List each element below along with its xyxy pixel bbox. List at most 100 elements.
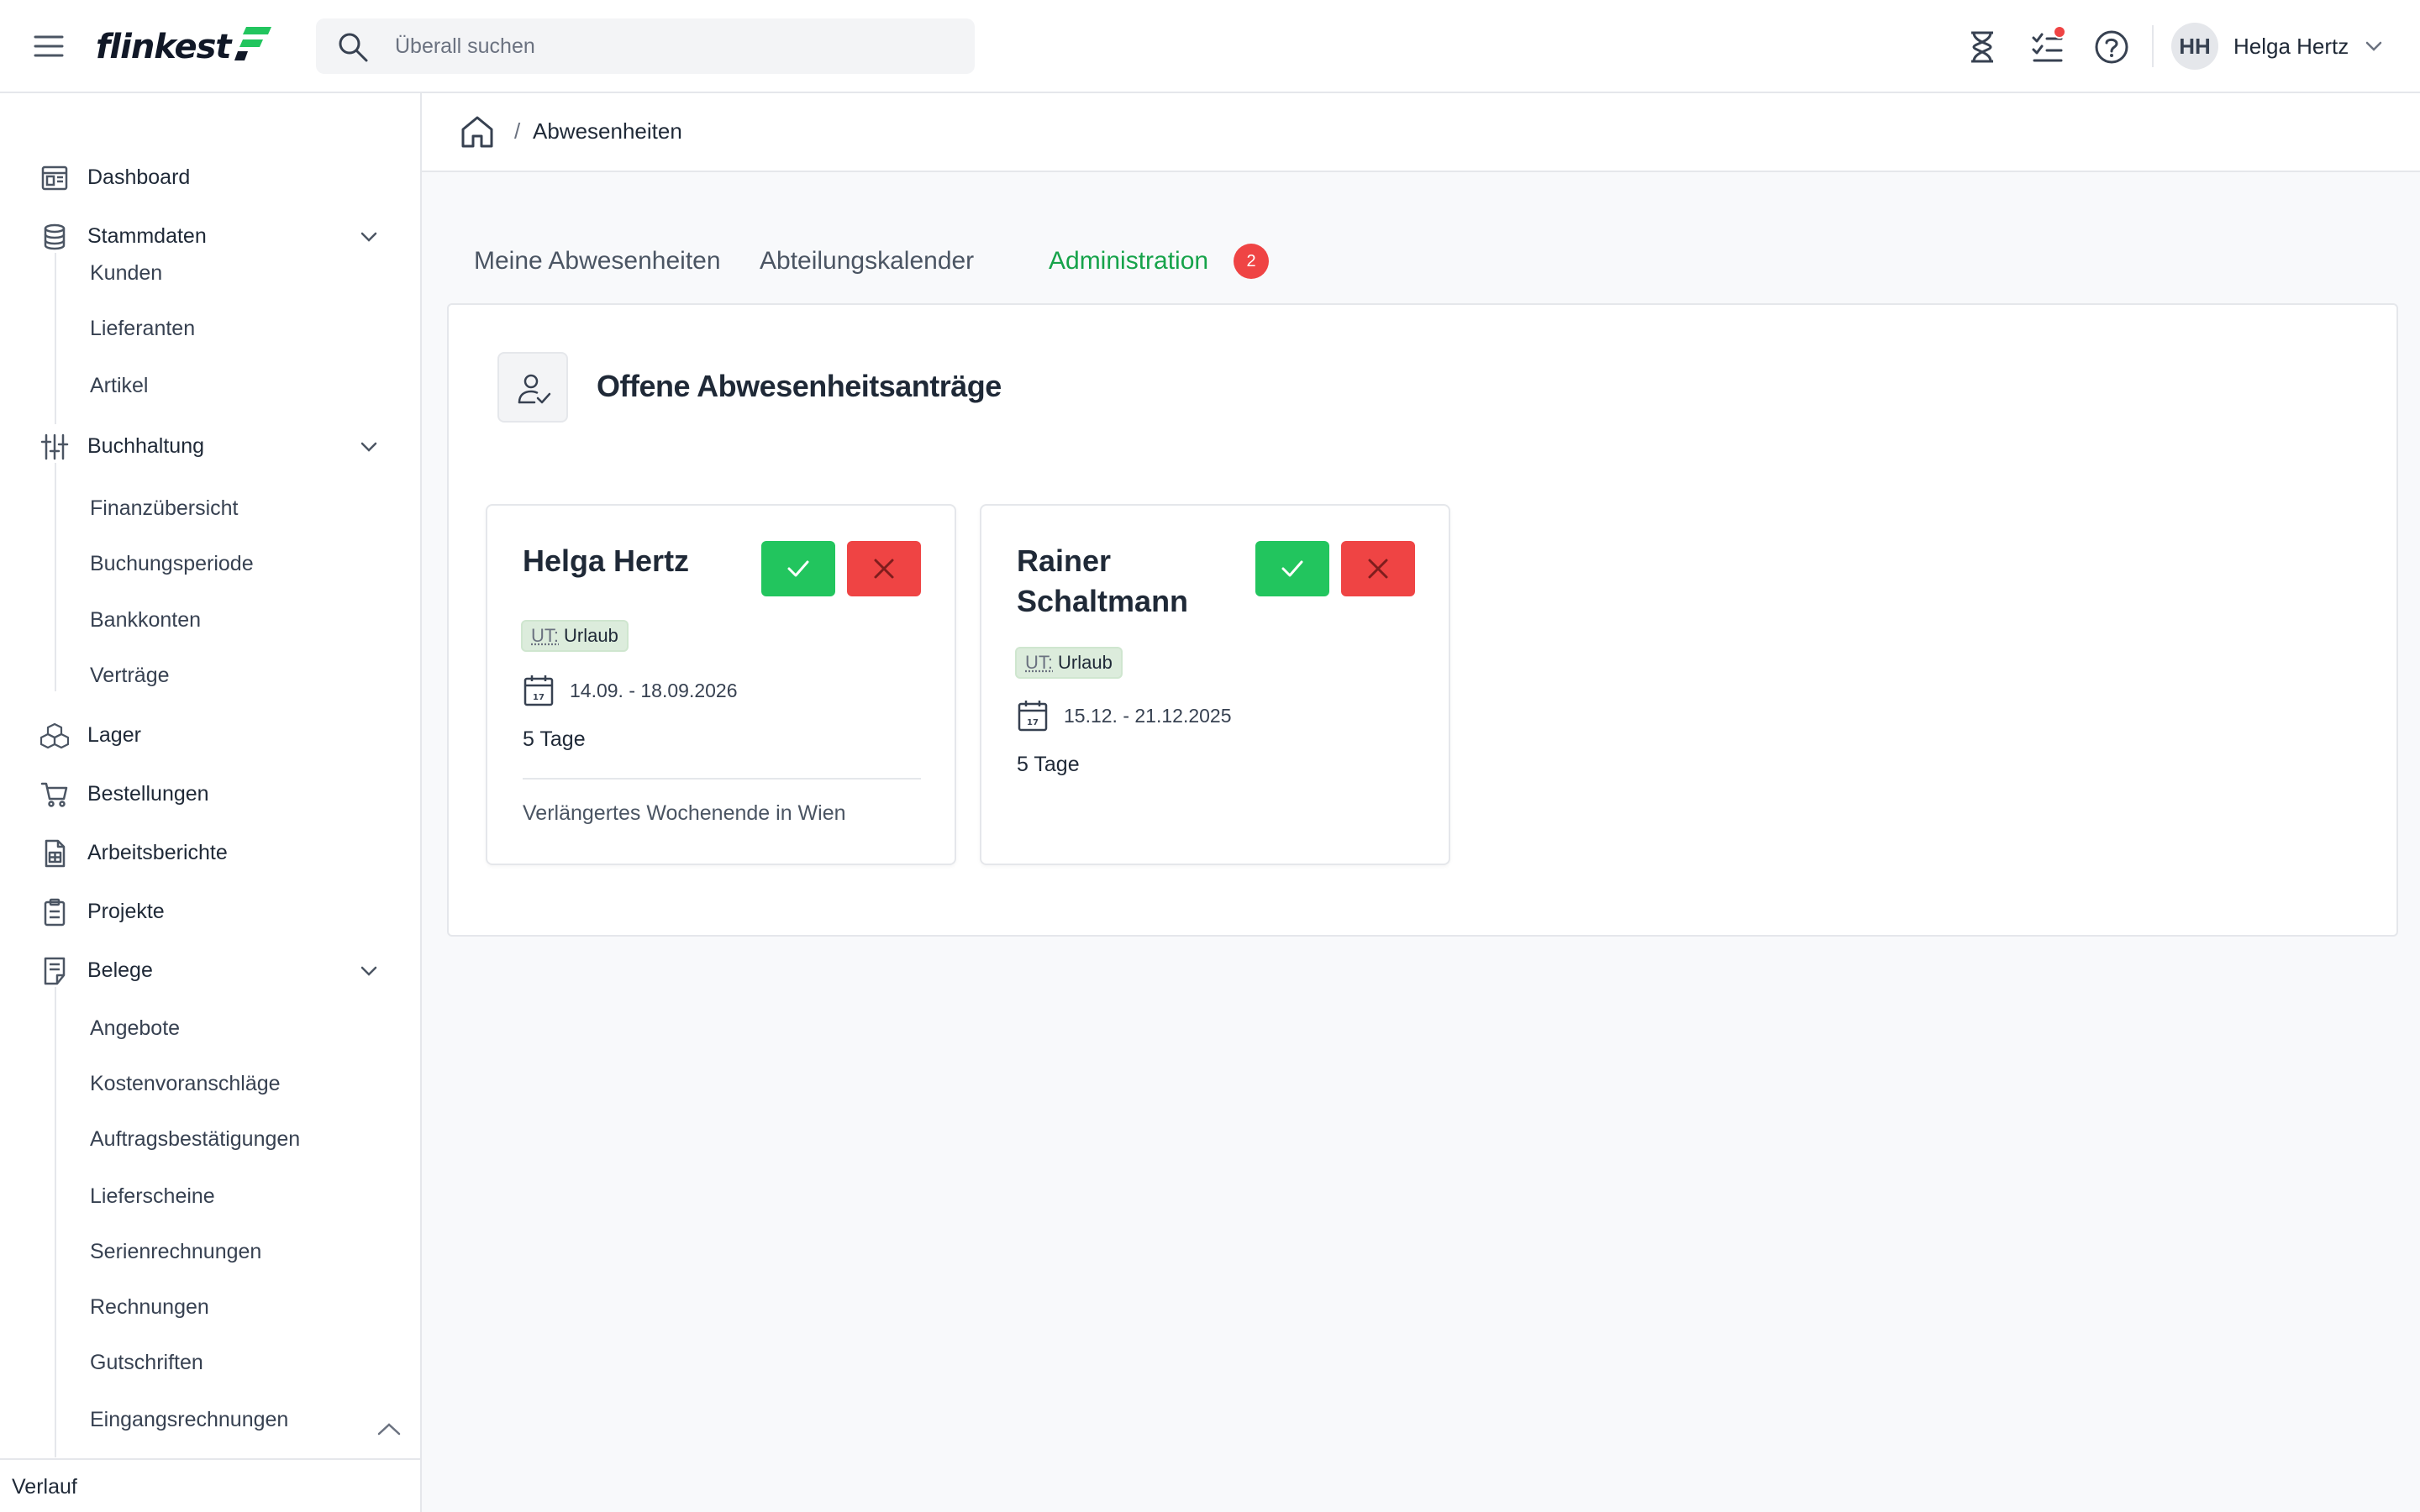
logo-text: flinkest: [96, 28, 232, 66]
sliders-icon: [40, 433, 69, 460]
divider: [523, 778, 921, 780]
sidebar-item-label: Buchhaltung: [87, 433, 205, 458]
user-check-icon: [497, 352, 568, 423]
sidebar-item-bankkonten[interactable]: Bankkonten: [55, 599, 408, 641]
boxes-icon: [40, 722, 69, 749]
sidebar-item-angebote[interactable]: Angebote: [55, 1007, 408, 1049]
date-range-text: 14.09. - 18.09.2026: [570, 679, 738, 701]
report-icon: [45, 839, 66, 868]
hourglass-icon[interactable]: [1964, 29, 2001, 66]
sidebar-subitem-label: Kostenvoranschläge: [90, 1071, 281, 1095]
date-range-text: 15.12. - 21.12.2025: [1064, 704, 1232, 727]
request-card: Helga Hertz UT: Urlaub 17 14.09. - 18.09…: [486, 504, 956, 865]
sidebar-item-buchungsperiode[interactable]: Buchungsperiode: [55, 543, 408, 585]
topbar-divider: [2152, 25, 2154, 67]
sidebar-item-label: Lager: [87, 722, 141, 747]
sidebar-item-label: Projekte: [87, 899, 165, 923]
sidebar-item-lieferscheine[interactable]: Lieferscheine: [55, 1175, 408, 1217]
reject-button[interactable]: [847, 541, 921, 596]
duration-days: 5 Tage: [1017, 753, 1080, 776]
sidebar-subitem-label: Lieferscheine: [90, 1184, 215, 1208]
sidebar-item-artikel[interactable]: Artikel: [55, 365, 408, 407]
global-search[interactable]: [316, 18, 975, 74]
sidebar-item-finanzuebersicht[interactable]: Finanzübersicht: [55, 487, 408, 529]
sidebar-item-serienrechnungen[interactable]: Serienrechnungen: [55, 1231, 408, 1273]
employee-name: Helga Hertz: [523, 543, 690, 578]
sidebar-item-dashboard[interactable]: Dashboard: [0, 155, 420, 199]
sidebar-item-kunden[interactable]: Kunden: [55, 252, 408, 294]
search-icon: [339, 33, 368, 62]
logo[interactable]: flinkest: [96, 24, 273, 71]
duration-days: 5 Tage: [523, 727, 586, 751]
date-range: 17 15.12. - 21.12.2025: [1017, 699, 1232, 732]
sidebar-item-label: Stammdaten: [87, 223, 207, 248]
sidebar-item-projekte[interactable]: Projekte: [0, 890, 420, 933]
sidebar-item-arbeitsberichte[interactable]: Arbeitsberichte: [0, 831, 420, 874]
sidebar-subitem-label: Buchungsperiode: [90, 551, 254, 575]
request-card: Rainer Schaltmann UT: Urlaub 17 15.12. -…: [980, 504, 1450, 865]
history-panel[interactable]: Verlauf: [0, 1458, 420, 1512]
sidebar-item-lager[interactable]: Lager: [0, 713, 420, 757]
logo-mark-icon: [234, 27, 271, 60]
sidebar-subitem-label: Gutschriften: [90, 1350, 203, 1374]
search-input[interactable]: [395, 18, 950, 74]
absence-type-badge: UT: Urlaub: [523, 622, 627, 650]
sidebar-subitem-label: Serienrechnungen: [90, 1239, 262, 1263]
help-icon[interactable]: [2093, 29, 2130, 66]
sidebar-item-belege[interactable]: Belege: [0, 948, 420, 992]
chevron-down-icon: [360, 966, 377, 976]
sidebar: Dashboard Stammdaten Kunden Lieferanten …: [0, 93, 422, 1512]
check-icon: [787, 560, 809, 577]
history-label: Verlauf: [12, 1475, 77, 1499]
sidebar-item-lieferanten[interactable]: Lieferanten: [55, 307, 408, 349]
approve-button[interactable]: [761, 541, 835, 596]
panel-title: Offene Abwesenheitsanträge: [597, 369, 1002, 403]
user-menu[interactable]: HH Helga Hertz: [2171, 23, 2384, 70]
tab-abteilungskalender[interactable]: Abteilungskalender: [733, 227, 985, 306]
sidebar-subitem-label: Rechnungen: [90, 1294, 209, 1319]
sidebar-item-rechnungen[interactable]: Rechnungen: [55, 1286, 408, 1328]
reject-button[interactable]: [1341, 541, 1415, 596]
sidebar-item-label: Belege: [87, 958, 153, 982]
tab-meine-abwesenheiten[interactable]: Meine Abwesenheiten: [447, 227, 733, 306]
close-icon: [1368, 559, 1388, 579]
sidebar-item-vertraege[interactable]: Verträge: [55, 654, 408, 696]
tab-label: Administration: [1049, 247, 1209, 275]
database-icon: [44, 223, 66, 250]
calendar-icon: 17: [1018, 701, 1048, 732]
open-requests-panel: Offene Abwesenheitsanträge Helga Hertz U…: [447, 303, 2398, 937]
sidebar-item-eingangsrechnungen[interactable]: Eingangsrechnungen: [55, 1399, 408, 1441]
avatar: HH: [2171, 23, 2218, 70]
chevron-down-icon: [360, 232, 377, 242]
sidebar-item-label: Arbeitsberichte: [87, 840, 228, 864]
sidebar-subitem-label: Angebote: [90, 1016, 181, 1040]
top-bar: flinkest HH Helga Hertz: [0, 0, 2420, 93]
chevron-down-icon: [360, 442, 377, 452]
sidebar-item-kostenvoranschlaege[interactable]: Kostenvoranschläge: [55, 1063, 408, 1105]
user-name: Helga Hertz: [2233, 33, 2349, 59]
employee-name: Rainer Schaltmann: [1017, 543, 1189, 618]
tab-label: Meine Abwesenheiten: [474, 247, 721, 275]
breadcrumb: / Abwesenheiten: [422, 93, 2420, 172]
chevron-down-icon: [2366, 41, 2382, 51]
tab-administration[interactable]: Administration 2: [1022, 227, 1294, 306]
sidebar-subitem-label: Kunden: [90, 260, 163, 285]
menu-icon[interactable]: [32, 32, 66, 60]
check-icon: [1281, 560, 1303, 577]
cart-icon: [40, 782, 68, 807]
sidebar-item-buchhaltung[interactable]: Buchhaltung: [0, 424, 420, 468]
dashboard-icon: [41, 165, 68, 191]
approve-button[interactable]: [1255, 541, 1329, 596]
sidebar-item-auftragsbestaetigungen[interactable]: Auftragsbestätigungen: [55, 1118, 408, 1160]
absence-type-label: Urlaub: [1058, 652, 1113, 673]
sidebar-item-gutschriften[interactable]: Gutschriften: [55, 1341, 408, 1383]
notification-dot: [2053, 25, 2066, 39]
sidebar-subitem-label: Verträge: [90, 663, 170, 687]
chevron-up-icon[interactable]: [375, 1418, 403, 1440]
absence-type-code: UT:: [531, 625, 559, 646]
clipboard-icon: [44, 898, 66, 927]
tasks-icon[interactable]: [2029, 25, 2066, 66]
sidebar-item-bestellungen[interactable]: Bestellungen: [0, 772, 420, 816]
sidebar-subitem-label: Bankkonten: [90, 607, 202, 632]
home-icon[interactable]: [459, 113, 496, 150]
